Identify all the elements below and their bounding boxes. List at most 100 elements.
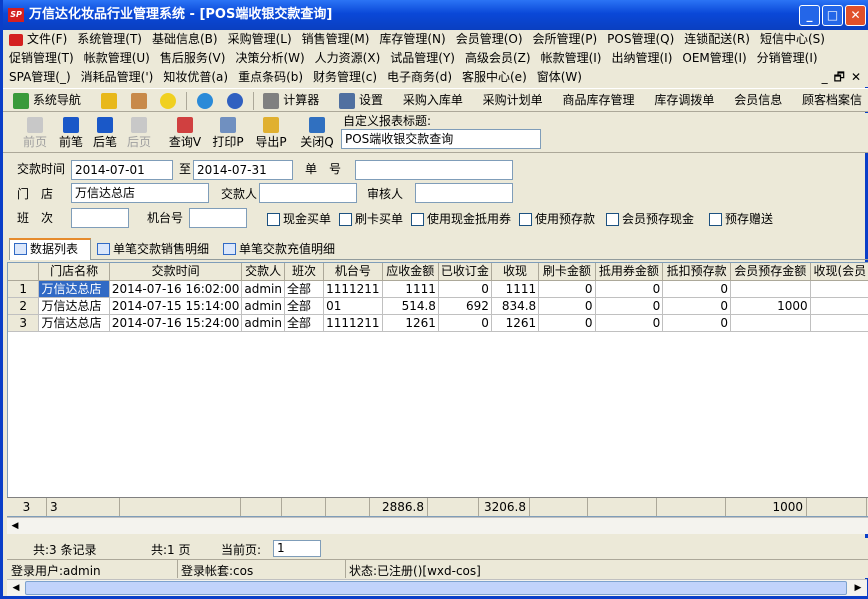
menu-member[interactable]: 会员管理(O) [456,32,523,46]
column-header[interactable]: 收现 [491,263,540,281]
column-header[interactable]: 机台号 [323,263,383,281]
table-cell[interactable]: 0 [538,314,596,332]
menu-vip[interactable]: 高级会员(Z) [465,51,531,65]
doc-no-input[interactable] [355,160,513,180]
shortcut-customer-file[interactable]: 顾客档案信 [802,89,862,111]
menu-window[interactable]: 窗体(W) [537,70,582,84]
scroll-thumb[interactable] [25,581,847,595]
menu-file[interactable]: 文件(F) [27,32,67,46]
table-cell[interactable]: admin [241,297,285,315]
table-cell[interactable]: 01 [323,297,383,315]
table-cell[interactable]: admin [241,314,285,332]
menu-consumables[interactable]: 消耗品管理(') [81,70,154,84]
maximize-button[interactable]: □ [822,5,843,26]
mdi-minimize-button[interactable]: _ [822,70,828,84]
table-cell[interactable]: 0 [662,297,731,315]
system-nav-button[interactable]: 系统导航 [13,89,81,111]
key-icon[interactable] [100,92,117,109]
menu-finance[interactable]: 财务管理(c) [313,70,377,84]
table-cell[interactable] [810,314,868,332]
users-icon[interactable] [130,92,147,109]
window-horizontal-scrollbar[interactable]: ◀ ▶ [7,579,867,596]
shortcut-member-info[interactable]: 会员信息 [734,89,782,111]
scroll-left-icon[interactable]: ◀ [7,518,23,534]
table-cell[interactable]: 万信达总店 [38,280,110,298]
menu-promo[interactable]: 促销管理(T) [9,51,74,65]
column-header[interactable]: 会员预存金额 [730,263,811,281]
shift-input[interactable] [71,208,129,228]
globe-icon[interactable] [196,92,213,109]
column-header[interactable]: 抵用券金额 [595,263,664,281]
table-cell[interactable]: 514.8 [382,297,439,315]
menu-distribution[interactable]: 分销管理(I) [757,51,818,65]
table-cell[interactable]: 全部 [284,297,325,315]
row-number[interactable]: 1 [8,280,40,298]
store-input[interactable]: 万信达总店 [71,183,209,203]
table-cell[interactable]: 1000 [730,297,811,315]
info-icon[interactable] [226,92,243,109]
shortcut-stock-transfer[interactable]: 库存调拨单 [654,89,714,111]
mdi-close-button[interactable]: ✕ [851,70,861,84]
table-cell[interactable]: 1111 [382,280,439,298]
menu-barcode[interactable]: 重点条码(b) [238,70,303,84]
table-cell[interactable]: 1261 [382,314,439,332]
shortcut-purchase-plan[interactable]: 采购计划单 [483,89,543,111]
mdi-restore-button[interactable]: 🗗 [834,70,845,84]
menu-accounts[interactable]: 帐款管理(U) [84,51,150,65]
query-button[interactable]: 查询V [167,115,203,149]
table-cell[interactable]: 2014-07-16 16:02:00 [109,280,243,298]
table-cell[interactable]: 692 [438,297,492,315]
pos-input[interactable] [189,208,247,228]
menu-ecommerce[interactable]: 电子商务(d) [387,70,452,84]
menu-cashier[interactable]: 出纳管理(I) [611,51,672,65]
date-from-input[interactable]: 2014-07-01 [71,160,173,180]
table-cell[interactable] [730,314,811,332]
row-number[interactable]: 2 [8,297,40,315]
column-header[interactable]: 已收订金 [438,263,492,281]
table-row[interactable]: 1 万信达总店 2014-07-16 16:02:00 admin 全部 111… [8,280,868,298]
menu-sms[interactable]: 短信中心(S) [760,32,825,46]
table-cell[interactable]: 0 [438,280,492,298]
tab-sales-detail[interactable]: 单笔交款销售明细 [93,240,217,260]
export-button[interactable]: 导出P [253,115,289,149]
member-prepaid-cash-checkbox[interactable]: 会员预存现金 [606,211,694,227]
table-cell[interactable]: 万信达总店 [38,314,110,332]
table-cell[interactable]: 834.8 [491,297,540,315]
column-header[interactable]: 应收金额 [382,263,439,281]
last-page-button[interactable]: 后页 [125,115,153,149]
bell-icon[interactable] [160,92,177,109]
table-cell[interactable]: 0 [662,280,731,298]
menu-inventory[interactable]: 库存管理(N) [379,32,445,46]
tab-recharge-detail[interactable]: 单笔交款充值明细 [219,240,343,260]
table-cell[interactable]: 全部 [284,314,325,332]
calculator-button[interactable]: 计算器 [263,89,319,111]
prepaid-checkbox[interactable]: 使用预存款 [519,211,595,227]
data-grid[interactable]: 门店名称 交款时间 交款人 班次 机台号 应收金额 已收订金 收现 刷卡金额 抵… [7,262,868,517]
column-header[interactable]: 刷卡金额 [538,263,596,281]
column-header[interactable]: 交款时间 [109,263,243,281]
card-pay-checkbox[interactable]: 刷卡买单 [339,211,403,227]
table-cell[interactable]: 0 [438,314,492,332]
custom-title-input[interactable]: POS端收银交款查询 [341,129,541,149]
shortcut-purchase-receipt[interactable]: 采购入库单 [403,89,463,111]
auditor-input[interactable] [415,183,513,203]
current-page-input[interactable]: 1 [273,540,321,557]
table-cell[interactable]: 0 [538,297,596,315]
shortcut-stock-manage[interactable]: 商品库存管理 [563,89,635,111]
menu-hr[interactable]: 人力资源(X) [315,51,381,65]
minimize-button[interactable]: _ [799,5,820,26]
table-cell[interactable]: 0 [538,280,596,298]
table-cell[interactable]: 0 [595,314,664,332]
menu-samples[interactable]: 试品管理(Y) [390,51,455,65]
menu-analysis[interactable]: 决策分析(W) [235,51,304,65]
column-header[interactable]: 班次 [284,263,325,281]
print-button[interactable]: 打印P [210,115,246,149]
table-cell[interactable]: 全部 [284,280,325,298]
table-cell[interactable]: 1111 [491,280,540,298]
menu-sales[interactable]: 销售管理(M) [302,32,370,46]
table-cell[interactable]: 2014-07-16 15:24:00 [109,314,243,332]
settings-button[interactable]: 设置 [339,89,383,111]
grid-horizontal-scrollbar[interactable]: ◀ [7,517,868,534]
menu-chain[interactable]: 连锁配送(R) [684,32,750,46]
menu-spa[interactable]: SPA管理(_) [9,70,71,84]
